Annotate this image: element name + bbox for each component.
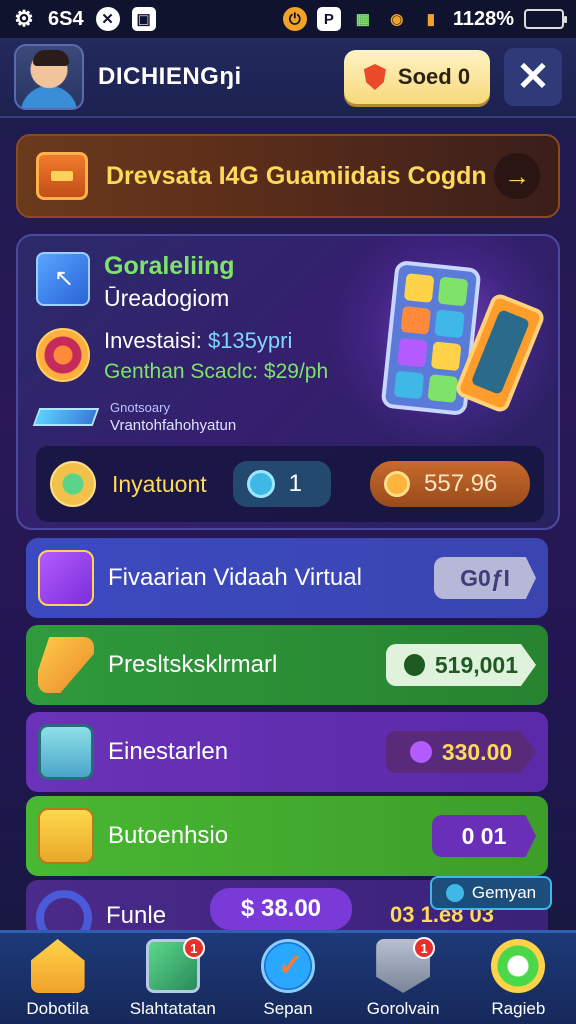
- nav-item-settings[interactable]: Ragieb: [462, 939, 574, 1019]
- image-icon: ▣: [131, 7, 156, 31]
- target-icon: [36, 328, 90, 382]
- overview-subtitle: Ūreadogiom: [104, 285, 230, 311]
- list-item[interactable]: Fivaarian Vidaah Virtual G0ƒI: [26, 538, 548, 618]
- count-pill[interactable]: 1: [232, 461, 331, 507]
- tooltip[interactable]: Gemyan: [430, 876, 552, 910]
- wifi-icon: ◉: [390, 11, 404, 28]
- coin-icon: [384, 471, 410, 497]
- list-item-tag-value: 0 01: [461, 822, 507, 849]
- battery-percent: 1128%: [452, 7, 514, 30]
- shield-icon: [363, 64, 386, 90]
- notification-badge: 1: [413, 937, 436, 959]
- status-time: 6S4: [48, 7, 84, 30]
- promo-banner[interactable]: Drevsata I4G Guamiidais Cogdn →: [16, 134, 560, 218]
- list-item[interactable]: Presltsksklrmarl 519,001: [26, 625, 548, 705]
- saved-button[interactable]: Soed 0: [344, 50, 490, 104]
- settings-icon: [491, 939, 546, 993]
- inventory-label: Inyatuont: [112, 470, 207, 497]
- tag-icon: P: [316, 7, 341, 31]
- small-caption: Gnotsoary: [110, 400, 170, 415]
- tools-icon: [50, 461, 96, 507]
- check-icon: [260, 939, 315, 993]
- power-icon: ⏻: [282, 7, 307, 31]
- close-icon: ✕: [516, 55, 550, 99]
- amount-pill[interactable]: 557.96: [370, 461, 530, 507]
- list-item-label: Fivaarian Vidaah Virtual: [108, 564, 362, 591]
- signal-icon: ▮: [426, 11, 435, 28]
- list-item[interactable]: Einestarlen 330.00: [26, 712, 548, 792]
- small-value: Vrantohfahohyatun: [110, 417, 237, 434]
- list-item-tag[interactable]: G0ƒI: [434, 557, 536, 599]
- map-icon: ▦: [355, 11, 370, 28]
- list-item-label: Butoenhsio: [108, 822, 229, 849]
- bottom-nav: Dobotila 1 Slahtatatan Sepan 1 Gorolvain…: [0, 930, 576, 1024]
- document-icon: [38, 724, 94, 780]
- overview-panel: Goraleliing Ūreadogiom Investaisi: $135y…: [16, 234, 560, 530]
- ring-icon: [36, 890, 92, 930]
- tooltip-text: Gemyan: [471, 883, 537, 902]
- list-item-label: Funle: [106, 902, 167, 929]
- list-item-tag-value: 519,001: [434, 651, 518, 678]
- gear-icon: ⚙: [14, 6, 34, 31]
- list-item-label: Presltsksklrmarl: [108, 651, 278, 678]
- nav-item-tasks[interactable]: Sepan: [232, 939, 344, 1019]
- investment-line: Investaisi: $135ypri: [104, 328, 328, 354]
- box-icon: [38, 550, 94, 606]
- amount-pill[interactable]: $ 38.00: [210, 888, 352, 930]
- nav-label: Gorolvain: [366, 999, 440, 1018]
- list-item-tag[interactable]: 0 01: [432, 815, 536, 857]
- caption-row: Gnotsoary Vrantohfahohyatun: [32, 400, 237, 434]
- status-bar: ⚙ 6S4 ✕ ▣ ⏻ P ▦ ◉ ▮ 1128%: [0, 0, 576, 38]
- nav-label: Slahtatatan: [129, 999, 216, 1018]
- home-icon: [30, 939, 85, 993]
- notification-badge: 1: [182, 937, 205, 959]
- x-circle-icon: ✕: [95, 7, 120, 31]
- saved-label: Soed 0: [397, 64, 471, 89]
- banner-text: Drevsata I4G Guamiidais Cogdn: [106, 161, 487, 190]
- nav-label: Ragieb: [491, 999, 546, 1018]
- list-item-label: Einestarlen: [108, 738, 229, 765]
- list-item[interactable]: Butoenhsio 0 01: [26, 796, 548, 876]
- list-item-tag[interactable]: 330.00: [386, 731, 536, 773]
- ticket-icon: [32, 408, 100, 426]
- count-value: 1: [288, 470, 302, 497]
- status-right: ⏻ P ▦ ◉ ▮ 1128%: [282, 7, 567, 31]
- overview-title: Goraleliing: [104, 252, 235, 280]
- investment-value: $135ypri: [207, 328, 293, 353]
- inventory-stats-row: Inyatuont 1 557.96: [36, 446, 544, 522]
- list-item-tag-value: 330.00: [441, 738, 513, 765]
- list-item-tag[interactable]: 519,001: [386, 644, 536, 686]
- nav-label: Dobotila: [26, 999, 89, 1018]
- amount-value: 557.96: [424, 470, 498, 497]
- link-icon: [409, 741, 432, 763]
- gain-text: Genthan Scaclc: $29/ph: [104, 360, 329, 383]
- nav-item-home[interactable]: Dobotila: [2, 939, 114, 1019]
- username: DICHIENGŋi: [98, 63, 242, 90]
- nav-label: Sepan: [263, 999, 313, 1018]
- phone-illustration: [378, 259, 548, 444]
- treasure-icon: [38, 808, 94, 864]
- investment-row: Investaisi: $135ypri Genthan Scaclc: $29…: [36, 328, 328, 384]
- list-item-tag-value: G0ƒI: [460, 564, 510, 591]
- battery-icon: [524, 9, 567, 29]
- close-button[interactable]: ✕: [504, 48, 562, 106]
- app-header: DICHIENGŋi Soed 0 ✕: [0, 38, 576, 118]
- power-icon: [404, 654, 425, 676]
- investment-label: Investaisi:: [104, 328, 202, 353]
- status-left: ⚙ 6S4 ✕ ▣: [12, 6, 156, 31]
- overview-title-row: Goraleliing Ūreadogiom: [36, 252, 235, 312]
- nav-item-inventory[interactable]: 1 Gorolvain: [347, 937, 459, 1019]
- hammer-icon: [38, 637, 94, 693]
- cube-icon: [36, 252, 90, 306]
- chest-icon: [36, 152, 88, 200]
- arrow-right-icon[interactable]: →: [494, 153, 540, 199]
- avatar[interactable]: [14, 44, 84, 110]
- clock-icon: [246, 470, 275, 498]
- nav-item-messages[interactable]: 1 Slahtatatan: [117, 937, 229, 1019]
- info-icon: [445, 884, 464, 902]
